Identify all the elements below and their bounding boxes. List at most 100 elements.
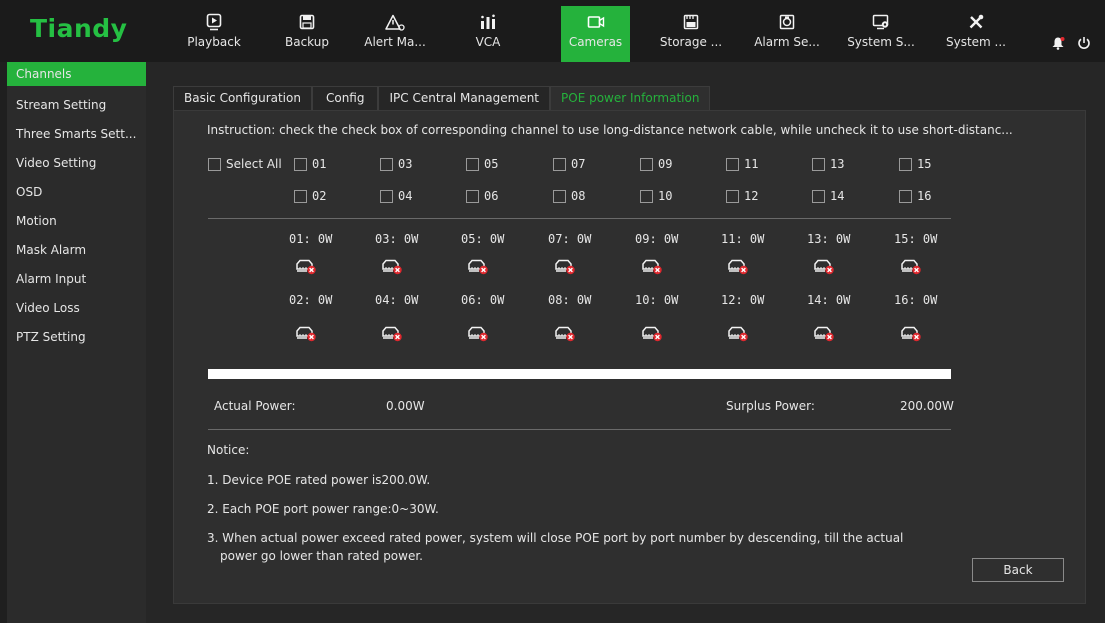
nav-alarm-settings[interactable]: Alarm Se... bbox=[751, 0, 823, 62]
channel-number-label: 01 bbox=[312, 157, 327, 171]
tab-bar: Basic Configuration Config IPC Central M… bbox=[173, 86, 711, 110]
poe-port-disconnected-icon bbox=[641, 257, 663, 275]
channel-checkbox[interactable] bbox=[294, 157, 307, 171]
playback-icon bbox=[202, 13, 226, 31]
divider bbox=[208, 218, 951, 219]
nav-label: Backup bbox=[285, 35, 329, 49]
nav-alert-management[interactable]: Alert Ma... bbox=[359, 0, 431, 62]
poe-port-disconnected-icon bbox=[900, 324, 922, 342]
channel-checkbox[interactable] bbox=[380, 189, 393, 203]
nav-system-tools[interactable]: System ... bbox=[940, 0, 1012, 62]
alert-icon bbox=[383, 13, 407, 31]
channel-checkbox[interactable] bbox=[812, 157, 825, 171]
poe-port-disconnected-icon bbox=[727, 324, 749, 342]
alarm-settings-icon bbox=[775, 13, 799, 31]
surplus-power-value: 200.00W bbox=[900, 399, 954, 413]
sidebar-item-motion[interactable]: Motion bbox=[7, 207, 146, 236]
back-button[interactable]: Back bbox=[972, 558, 1064, 582]
sidebar-item-mask-alarm[interactable]: Mask Alarm bbox=[7, 236, 146, 265]
poe-port-disconnected-icon bbox=[813, 324, 835, 342]
notice-line-2: 2. Each POE port power range:0~30W. bbox=[207, 502, 439, 516]
power-usage-bar bbox=[208, 369, 951, 379]
main-content: Basic Configuration Config IPC Central M… bbox=[146, 62, 1105, 623]
nav-storage[interactable]: Storage ... bbox=[655, 0, 727, 62]
vca-icon bbox=[476, 13, 500, 31]
channel-checkbox[interactable] bbox=[553, 189, 566, 203]
channel-checkbox-row: 06 bbox=[466, 187, 498, 205]
channel-checkbox-row: 09 bbox=[640, 155, 672, 173]
channel-checkbox[interactable] bbox=[640, 189, 653, 203]
sidebar-item-alarm-input[interactable]: Alarm Input bbox=[7, 265, 146, 294]
sidebar-item-video-setting[interactable]: Video Setting bbox=[7, 149, 146, 178]
notification-bell-icon[interactable] bbox=[1051, 36, 1065, 54]
tiandy-logo: Tiandy bbox=[30, 14, 128, 43]
nav-label: Alarm Se... bbox=[754, 35, 820, 49]
nav-label: VCA bbox=[475, 35, 501, 49]
select-all-checkbox[interactable] bbox=[208, 157, 221, 171]
select-all-label: Select All bbox=[226, 157, 282, 171]
port-power-label: 12: 0W bbox=[721, 293, 765, 307]
poe-port-disconnected-icon bbox=[467, 257, 489, 275]
sidebar-item-osd[interactable]: OSD bbox=[7, 178, 146, 207]
sidebar-item-video-loss[interactable]: Video Loss bbox=[7, 294, 146, 323]
poe-port-disconnected-icon bbox=[554, 324, 576, 342]
channel-checkbox-row: 04 bbox=[380, 187, 412, 205]
sidebar-item-three-smarts[interactable]: Three Smarts Sett... bbox=[7, 120, 146, 149]
actual-power-label: Actual Power: bbox=[214, 399, 296, 413]
channel-checkbox[interactable] bbox=[899, 189, 912, 203]
port-power-label: 16: 0W bbox=[894, 293, 938, 307]
channel-checkbox-row: 10 bbox=[640, 187, 672, 205]
tab-ipc-central-management[interactable]: IPC Central Management bbox=[378, 86, 551, 110]
channel-checkbox[interactable] bbox=[640, 157, 653, 171]
channel-checkbox[interactable] bbox=[812, 189, 825, 203]
channel-checkbox-row: 12 bbox=[726, 187, 758, 205]
sidebar: Channels Stream Setting Three Smarts Set… bbox=[7, 62, 146, 623]
nav-label: System ... bbox=[945, 35, 1006, 49]
channel-number-label: 13 bbox=[830, 157, 845, 171]
channel-checkbox[interactable] bbox=[380, 157, 393, 171]
nav-cameras[interactable]: Cameras bbox=[561, 6, 630, 62]
channel-checkbox[interactable] bbox=[899, 157, 912, 171]
poe-port-disconnected-icon bbox=[727, 257, 749, 275]
channel-checkbox[interactable] bbox=[466, 189, 479, 203]
tab-config[interactable]: Config bbox=[311, 86, 379, 110]
channel-number-label: 09 bbox=[658, 157, 673, 171]
poe-port-disconnected-icon bbox=[467, 324, 489, 342]
port-power-label: 15: 0W bbox=[894, 232, 938, 246]
nav-playback[interactable]: Playback bbox=[178, 0, 250, 62]
channel-checkbox-row: 14 bbox=[812, 187, 844, 205]
nav-system-settings[interactable]: System S... bbox=[845, 0, 917, 62]
sidebar-item-stream-setting[interactable]: Stream Setting bbox=[7, 91, 146, 120]
channel-number-label: 11 bbox=[744, 157, 759, 171]
nav-vca[interactable]: VCA bbox=[452, 0, 524, 62]
channel-checkbox[interactable] bbox=[726, 189, 739, 203]
port-power-label: 05: 0W bbox=[461, 232, 505, 246]
channel-number-label: 05 bbox=[484, 157, 499, 171]
nav-backup[interactable]: Backup bbox=[271, 0, 343, 62]
tab-basic-configuration[interactable]: Basic Configuration bbox=[173, 86, 312, 110]
channel-checkbox-row: 02 bbox=[294, 187, 326, 205]
channel-checkbox[interactable] bbox=[294, 189, 307, 203]
sidebar-item-ptz-setting[interactable]: PTZ Setting bbox=[7, 323, 146, 352]
top-right-icons bbox=[1051, 36, 1091, 54]
channel-number-label: 07 bbox=[571, 157, 586, 171]
channel-number-label: 15 bbox=[917, 157, 932, 171]
channel-checkbox[interactable] bbox=[553, 157, 566, 171]
poe-port-disconnected-icon bbox=[381, 257, 403, 275]
channel-checkbox[interactable] bbox=[726, 157, 739, 171]
notice-line-1: 1. Device POE rated power is200.0W. bbox=[207, 473, 431, 487]
port-power-label: 08: 0W bbox=[548, 293, 592, 307]
port-power-label: 07: 0W bbox=[548, 232, 592, 246]
channel-number-label: 12 bbox=[744, 189, 759, 203]
port-power-label: 06: 0W bbox=[461, 293, 505, 307]
port-power-label: 10: 0W bbox=[635, 293, 679, 307]
channel-checkbox[interactable] bbox=[466, 157, 479, 171]
tab-poe-power-information[interactable]: POE power Information bbox=[550, 86, 711, 110]
channel-checkbox-row: 08 bbox=[553, 187, 585, 205]
power-icon[interactable] bbox=[1077, 36, 1091, 54]
sidebar-item-channels[interactable]: Channels bbox=[7, 62, 146, 86]
top-navigation-bar: Tiandy Playback Backup Alert Ma... VCA C… bbox=[0, 0, 1105, 62]
poe-port-disconnected-icon bbox=[381, 324, 403, 342]
channel-number-label: 10 bbox=[658, 189, 673, 203]
actual-power-value: 0.00W bbox=[386, 399, 425, 413]
